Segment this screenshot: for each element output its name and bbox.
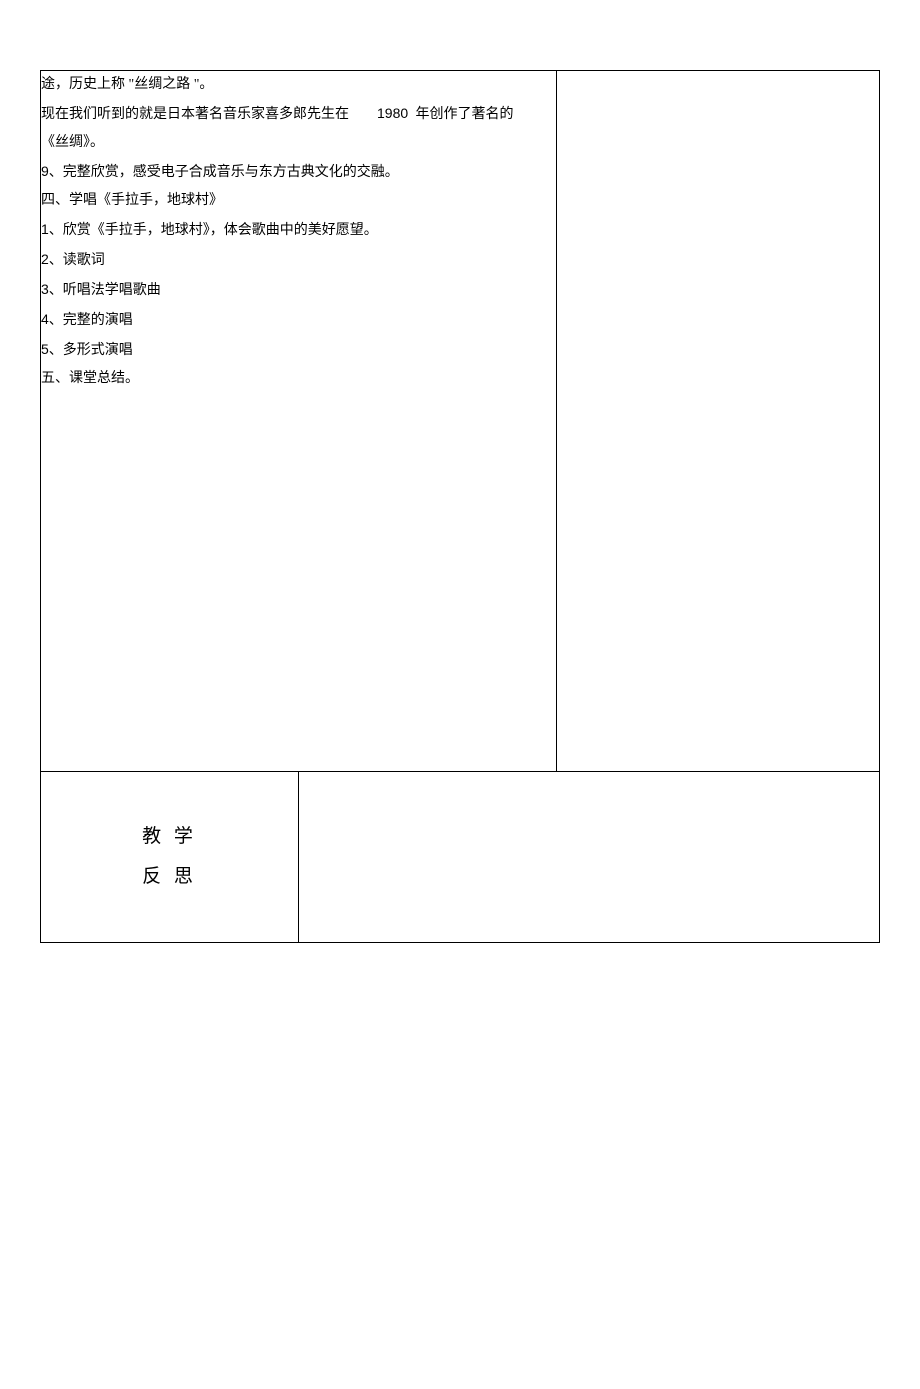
reflection-label-cell: 教 学 反 思 <box>41 772 299 943</box>
text-segment: 年创作了著名的 <box>412 107 514 122</box>
content-line: 4、完整的演唱 <box>41 305 556 335</box>
content-line: 5、多形式演唱 <box>41 335 556 365</box>
content-line: 9、完整欣赏，感受电子合成音乐与东方古典文化的交融。 <box>41 157 556 187</box>
text-segment: 、完整欣赏，感受电子合成音乐与东方古典文化的交融。 <box>49 165 399 180</box>
lesson-content-cell: 途，历史上称 "丝绸之路 "。现在我们听到的就是日本著名音乐家喜多郎先生在 19… <box>41 71 557 772</box>
content-line: 3、听唱法学唱歌曲 <box>41 275 556 305</box>
text-segment: 、完整的演唱 <box>49 313 133 328</box>
content-line: 途，历史上称 "丝绸之路 "。 <box>41 71 556 99</box>
content-line: 四、学唱《手拉手，地球村》 <box>41 187 556 215</box>
number-text: 1980 <box>377 105 412 121</box>
number-text: 2 <box>41 251 49 267</box>
lesson-content: 途，历史上称 "丝绸之路 "。现在我们听到的就是日本著名音乐家喜多郎先生在 19… <box>41 71 556 393</box>
content-line: 2、读歌词 <box>41 245 556 275</box>
reflection-row: 教 学 反 思 <box>41 772 880 943</box>
reflection-content-cell <box>299 772 880 943</box>
reflection-label-line2: 反 思 <box>41 857 298 897</box>
number-text: 9 <box>41 163 49 179</box>
content-line: 1、欣赏《手拉手，地球村》，体会歌曲中的美好愿望。 <box>41 215 556 245</box>
lesson-table: 途，历史上称 "丝绸之路 "。现在我们听到的就是日本著名音乐家喜多郎先生在 19… <box>40 70 880 943</box>
right-empty-cell <box>557 71 880 772</box>
content-row: 途，历史上称 "丝绸之路 "。现在我们听到的就是日本著名音乐家喜多郎先生在 19… <box>41 71 880 772</box>
number-text: 1 <box>41 221 49 237</box>
reflection-label-line1: 教 学 <box>41 817 298 857</box>
number-text: 5 <box>41 341 49 357</box>
text-segment: 、欣赏《手拉手，地球村》，体会歌曲中的美好愿望。 <box>49 223 378 238</box>
text-segment: 、听唱法学唱歌曲 <box>49 283 161 298</box>
number-text: 4 <box>41 311 49 327</box>
content-line: 现在我们听到的就是日本著名音乐家喜多郎先生在 1980 年创作了著名的 <box>41 99 556 129</box>
page: 途，历史上称 "丝绸之路 "。现在我们听到的就是日本著名音乐家喜多郎先生在 19… <box>0 0 920 1389</box>
text-segment: 现在我们听到的就是日本著名音乐家喜多郎先生在 <box>41 107 377 122</box>
content-line: 五、课堂总结。 <box>41 365 556 393</box>
content-line: 《丝绸》。 <box>41 129 556 157</box>
text-segment: 、读歌词 <box>49 253 105 268</box>
text-segment: 、多形式演唱 <box>49 343 133 358</box>
number-text: 3 <box>41 281 49 297</box>
